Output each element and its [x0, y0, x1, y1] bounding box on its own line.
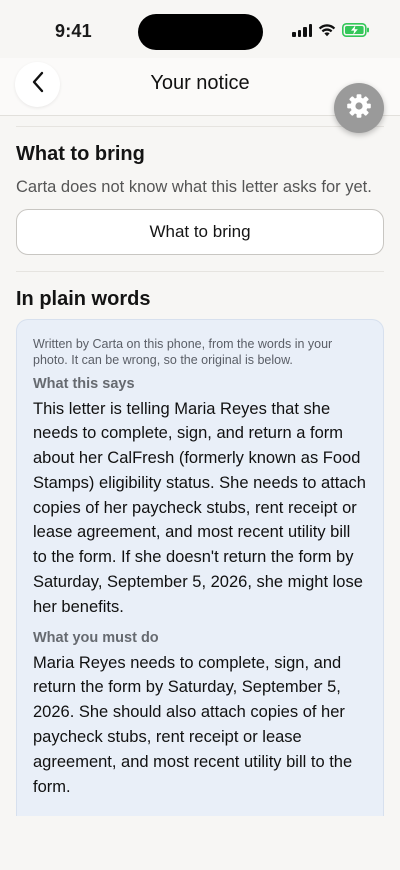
divider: [16, 126, 384, 127]
bottom-safe-area: [0, 836, 400, 870]
what-you-must-do-text: Maria Reyes needs to complete, sign, and…: [33, 653, 353, 796]
plain-words-heading: In plain words: [16, 287, 151, 310]
what-this-says-text: This letter is telling Maria Reyes that …: [33, 399, 366, 616]
settings-button[interactable]: [334, 83, 384, 133]
divider: [16, 270, 384, 272]
status-time: 9:41: [55, 21, 92, 41]
wifi-icon: [318, 23, 336, 37]
content-scroll[interactable]: What to bring Carta does not know what t…: [0, 116, 400, 836]
what-to-bring-heading: What to bring: [16, 143, 145, 165]
what-this-says-label: What this says: [33, 375, 135, 392]
what-to-bring-button[interactable]: What to bring: [16, 208, 384, 255]
ai-disclaimer: Written by Carta on this phone, from the…: [33, 336, 333, 367]
plain-words-card: Written by Carta on this phone, from the…: [16, 318, 384, 816]
status-icons: [292, 22, 370, 38]
what-to-bring-description: Carta does not know what this letter ask…: [16, 178, 372, 196]
dynamic-island: [138, 14, 263, 50]
signal-icon: [292, 23, 312, 37]
gear-icon: [345, 92, 373, 125]
what-you-must-do-label: What you must do: [33, 629, 159, 646]
status-bar: 9:41: [0, 0, 400, 62]
battery-charging-icon: [342, 23, 370, 37]
